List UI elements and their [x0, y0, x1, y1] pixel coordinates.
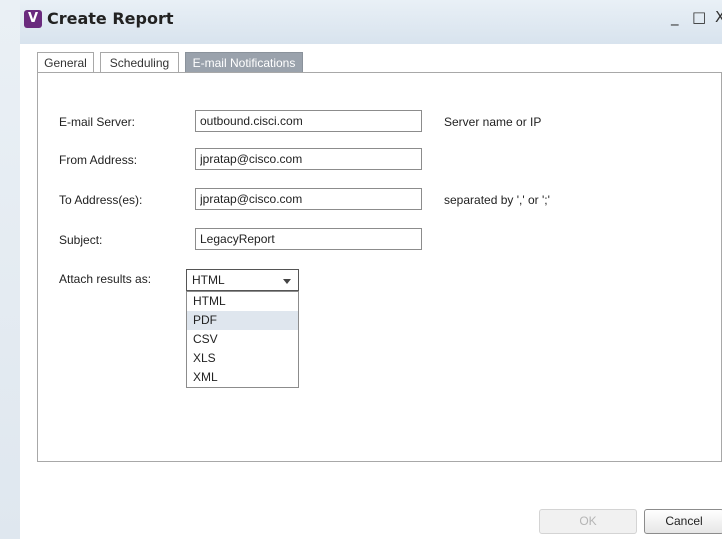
attach-results-label: Attach results as: — [59, 272, 152, 286]
dropdown-option-pdf[interactable]: PDF — [187, 311, 298, 330]
dropdown-option-html[interactable]: HTML — [187, 292, 298, 311]
app-logo-icon: V — [24, 10, 42, 28]
attach-format-selected: HTML — [192, 273, 225, 287]
email-notifications-panel: E-mail Server: Server name or IP From Ad… — [37, 72, 722, 462]
tab-scheduling[interactable]: Scheduling — [100, 52, 179, 72]
dropdown-option-csv[interactable]: CSV — [187, 330, 298, 349]
close-button[interactable]: X — [715, 8, 722, 26]
to-address-input[interactable] — [195, 188, 422, 210]
attach-format-select[interactable]: HTML — [186, 269, 299, 291]
dropdown-option-xls[interactable]: XLS — [187, 349, 298, 368]
minimize-button[interactable]: _ — [671, 8, 679, 26]
chevron-down-icon[interactable] — [283, 279, 291, 284]
subject-input[interactable] — [195, 228, 422, 250]
tab-email-notifications[interactable]: E-mail Notifications — [185, 52, 303, 72]
email-server-input[interactable] — [195, 110, 422, 132]
from-address-label: From Address: — [59, 153, 138, 167]
dropdown-option-xml[interactable]: XML — [187, 368, 298, 387]
dialog-title: Create Report — [47, 9, 174, 28]
maximize-button[interactable]: □ — [692, 8, 706, 26]
subject-label: Subject: — [59, 233, 103, 247]
to-address-label: To Address(es): — [59, 193, 143, 207]
create-report-dialog: V Create Report _ □ X General Scheduling… — [20, 0, 722, 539]
cancel-button[interactable]: Cancel — [644, 509, 722, 534]
ok-button[interactable]: OK — [539, 509, 637, 534]
email-server-label: E-mail Server: — [59, 115, 136, 129]
email-server-hint: Server name or IP — [444, 115, 542, 129]
background-window-edge — [0, 0, 20, 539]
from-address-input[interactable] — [195, 148, 422, 170]
tab-general[interactable]: General — [37, 52, 94, 72]
to-address-hint: separated by ',' or ';' — [444, 193, 550, 207]
attach-format-dropdown: HTML PDF CSV XLS XML — [186, 291, 299, 388]
title-bar: V Create Report _ □ X — [20, 0, 722, 44]
